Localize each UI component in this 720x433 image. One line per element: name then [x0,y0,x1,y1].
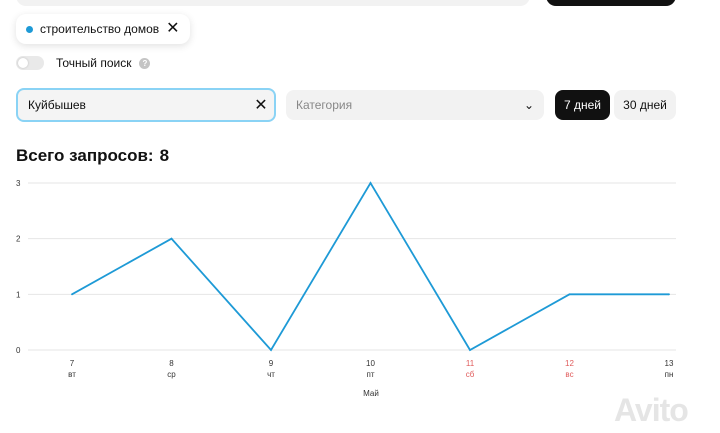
x-tick-weekday: вс [565,370,573,379]
x-tick-date: 9 [269,359,274,368]
y-tick-label: 0 [16,346,21,355]
y-tick-label: 2 [16,235,21,244]
x-tick-weekday: сб [466,370,475,379]
x-tick-weekday: пн [665,370,674,379]
x-tick-date: 7 [70,359,75,368]
chevron-down-icon: ⌄ [523,98,534,112]
y-tick-label: 1 [16,290,21,299]
total-requests: Всего запросов: 8 [16,146,169,166]
total-label: Всего запросов: [16,146,154,165]
data-point [469,349,471,351]
avito-watermark: Avito [614,392,689,428]
chip-label: строительство домов [40,22,160,36]
top-action-button[interactable] [546,0,676,6]
data-point [270,349,272,351]
data-point [668,293,670,296]
exact-search-toggle[interactable] [16,56,44,70]
clear-icon[interactable]: ✕ [248,95,274,115]
y-tick-label: 3 [16,179,21,188]
chip-dot-icon [26,25,33,33]
x-tick-date: 12 [565,359,574,368]
x-tick-weekday: ср [167,370,176,379]
x-tick-date: 13 [665,359,674,368]
query-chip: строительство домов ✕ [16,14,190,44]
data-point [568,293,571,296]
region-search-input[interactable] [18,97,248,113]
close-icon[interactable]: ✕ [166,21,179,37]
x-axis-label: Май [363,389,379,398]
x-tick-date: 10 [366,359,375,368]
top-search-bar[interactable] [16,0,530,6]
series-line [71,181,669,352]
data-point [71,293,73,296]
help-icon[interactable]: ? [139,57,151,69]
exact-search-label: Точный поиск [56,56,132,70]
period-7-days-button[interactable]: 7 дней [555,90,610,120]
requests-chart: 01237вт8ср9чт10пт11сб12вс13пнМай [16,179,676,398]
region-search: ✕ [16,88,276,122]
x-tick-weekday: вт [68,370,76,379]
data-point [170,237,173,240]
category-select[interactable]: Категория ⌄ [286,90,544,120]
period-30-days-button[interactable]: 30 дней [614,90,676,120]
exact-search-row: Точный поиск ? [16,54,151,72]
x-tick-date: 8 [169,359,174,368]
total-value: 8 [159,146,170,165]
category-placeholder: Категория [296,98,353,112]
x-tick-date: 11 [466,359,475,368]
data-point [369,182,372,184]
x-tick-weekday: чт [267,370,275,379]
x-tick-weekday: пт [367,370,375,379]
